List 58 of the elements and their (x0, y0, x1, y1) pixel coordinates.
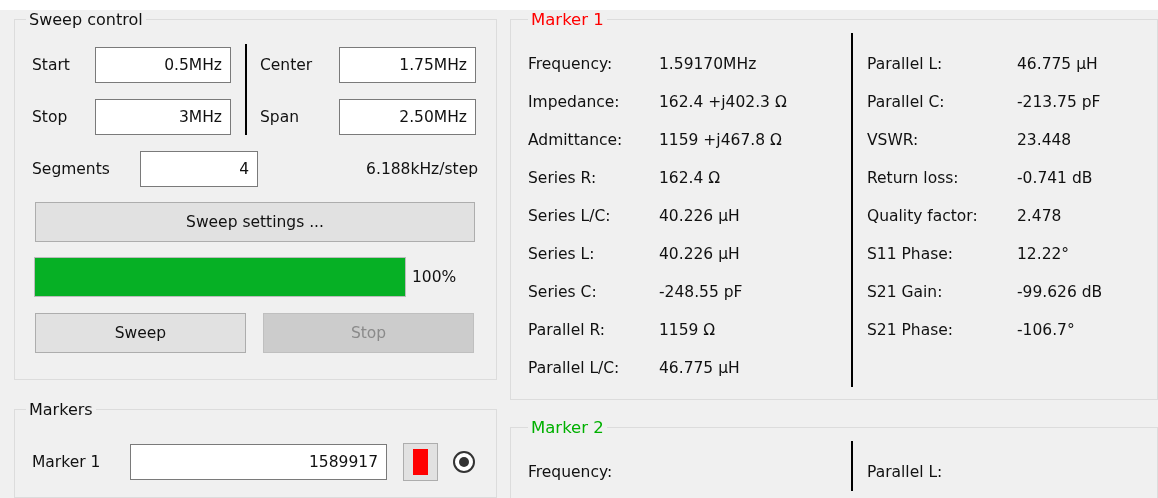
readout-label: Series R: (528, 169, 598, 187)
readout-label: VSWR: (867, 131, 920, 149)
readout-label: Series L: (528, 245, 596, 263)
readout-label: Admittance: (528, 131, 624, 149)
field-label: Stop (32, 108, 69, 126)
readout-label: Parallel L: (867, 463, 944, 481)
readout-value: -106.7° (1017, 321, 1075, 339)
sweep-button[interactable]: Sweep (35, 313, 246, 353)
readout-label: S11 Phase: (867, 245, 954, 263)
step-text: 6.188kHz/step (366, 160, 478, 178)
readout-label: Parallel L: (867, 55, 944, 73)
input-field[interactable]: 1589917 (130, 444, 387, 480)
readout-value: -213.75 pF (1017, 93, 1101, 111)
readout-label: Series L/C: (528, 207, 612, 225)
color-button[interactable] (403, 443, 438, 481)
readout-value: 162.4 +j402.3 Ω (659, 93, 787, 111)
group-title: Sweep control (28, 10, 144, 29)
input-field[interactable]: 2.50MHz (339, 99, 476, 135)
sweep-settings-button[interactable]: Sweep settings ... (35, 202, 475, 242)
progress-reading: 100% (412, 268, 457, 286)
readout-value: 23.448 (1017, 131, 1072, 149)
marker-title: Marker 1 (530, 10, 605, 29)
readout-value: -0.741 dB (1017, 169, 1093, 187)
readout-label: Frequency: (528, 55, 614, 73)
readout-label: Parallel L/C: (528, 359, 621, 377)
readout-label: Impedance: (528, 93, 621, 111)
field-label: Span (260, 108, 300, 126)
input-field[interactable]: 4 (140, 151, 258, 187)
readout-label: Return loss: (867, 169, 960, 187)
field-label: Start (32, 56, 71, 74)
readout-value: 1.59170MHz (659, 55, 757, 73)
input-field[interactable]: 1.75MHz (339, 47, 476, 83)
field-label: Segments (32, 160, 111, 178)
readout-value: 1159 Ω (659, 321, 716, 339)
readout-value: -248.55 pF (659, 283, 743, 301)
group-title: Markers (28, 400, 94, 419)
readout-label: S21 Gain: (867, 283, 944, 301)
readout-label: Parallel R: (528, 321, 606, 339)
readout-value: 1159 +j467.8 Ω (659, 131, 782, 149)
readout-value: 46.775 µH (1017, 55, 1098, 73)
radio-button[interactable] (453, 451, 475, 473)
input-field[interactable]: 0.5MHz (95, 47, 231, 83)
marker-label: Marker 1 (32, 453, 102, 471)
readout-label: Frequency: (528, 463, 614, 481)
readout-value: 40.226 µH (659, 207, 740, 225)
readout-value: -99.626 dB (1017, 283, 1103, 301)
readout-label: Parallel C: (867, 93, 946, 111)
readout-value: 2.478 (1017, 207, 1062, 225)
input-field[interactable]: 3MHz (95, 99, 231, 135)
readout-label: Quality factor: (867, 207, 979, 225)
readout-value: 46.775 µH (659, 359, 740, 377)
readout-value: 12.22° (1017, 245, 1070, 263)
readout-value: 162.4 Ω (659, 169, 721, 187)
field-label: Center (260, 56, 314, 74)
readout-value: 40.226 µH (659, 245, 740, 263)
marker-title: Marker 2 (530, 418, 605, 437)
readout-label: Series C: (528, 283, 598, 301)
readout-label: S21 Phase: (867, 321, 954, 339)
